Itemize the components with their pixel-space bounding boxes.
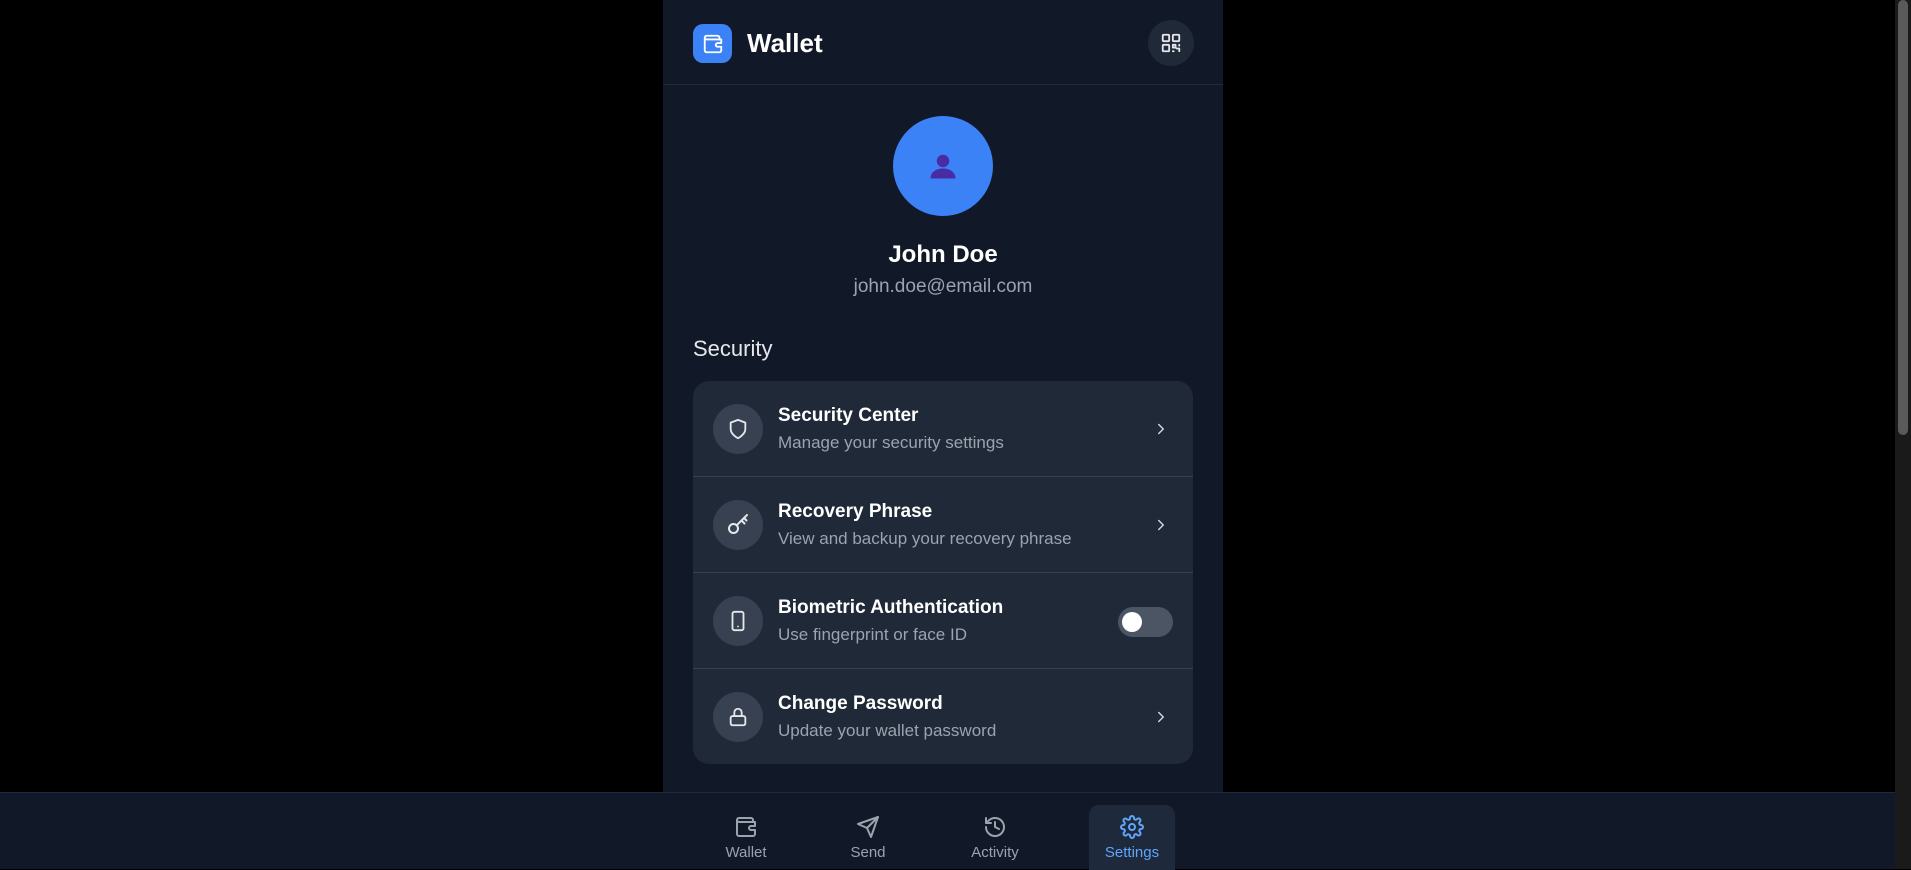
section-title-security: Security — [693, 336, 773, 361]
item-title: Recovery Phrase — [778, 501, 933, 522]
nav-item-wallet[interactable]: Wallet — [703, 805, 789, 870]
shield-icon — [713, 404, 763, 454]
key-icon — [713, 500, 763, 550]
chevron-right-icon — [1149, 705, 1173, 729]
item-title: Biometric Authentication — [778, 597, 1004, 618]
lock-icon — [713, 692, 763, 742]
item-subtitle: Use fingerprint or face ID — [778, 625, 967, 644]
nav-item-settings[interactable]: Settings — [1089, 805, 1175, 870]
profile-name: John Doe — [888, 241, 998, 268]
toggle-knob — [1122, 612, 1142, 632]
scrollbar-thumb[interactable] — [1898, 0, 1908, 435]
change-password-item[interactable]: Change Password Update your wallet passw… — [693, 669, 1193, 764]
nav-item-activity[interactable]: Activity — [952, 805, 1038, 870]
page-scrollbar[interactable] — [1895, 0, 1911, 869]
security-card: Security Center Manage your security set… — [693, 381, 1193, 764]
send-icon — [856, 815, 880, 839]
bottom-nav: Wallet Send Activity Settings — [0, 792, 1895, 870]
nav-label: Wallet — [725, 844, 767, 861]
qr-code-icon — [1161, 33, 1181, 53]
history-icon — [983, 815, 1007, 839]
phone-icon — [713, 596, 763, 646]
wallet-icon — [734, 815, 758, 839]
item-title: Security Center — [778, 405, 919, 426]
nav-item-send[interactable]: Send — [825, 805, 911, 870]
chevron-right-icon — [1149, 513, 1173, 537]
app-title: Wallet — [747, 28, 823, 58]
wallet-app: Wallet John Doe john.doe@email.com Secur… — [663, 0, 1223, 869]
avatar[interactable] — [893, 116, 993, 216]
nav-label: Settings — [1104, 844, 1160, 861]
nav-label: Activity — [971, 844, 1019, 861]
user-icon — [930, 154, 956, 179]
gear-icon — [1120, 815, 1144, 839]
profile-email: john.doe@email.com — [853, 276, 1033, 297]
biometric-authentication-item: Biometric Authentication Use fingerprint… — [693, 573, 1193, 669]
security-center-item[interactable]: Security Center Manage your security set… — [693, 381, 1193, 477]
wallet-icon — [693, 24, 732, 63]
item-subtitle: Manage your security settings — [778, 433, 1004, 452]
app-header: Wallet — [663, 0, 1223, 85]
nav-label: Send — [850, 844, 886, 861]
chevron-right-icon — [1149, 417, 1173, 441]
qr-code-button[interactable] — [1148, 20, 1194, 66]
biometric-toggle[interactable] — [1118, 607, 1173, 637]
item-subtitle: Update your wallet password — [778, 721, 997, 740]
item-subtitle: View and backup your recovery phrase — [778, 529, 1072, 548]
item-title: Change Password — [778, 693, 943, 714]
recovery-phrase-item[interactable]: Recovery Phrase View and backup your rec… — [693, 477, 1193, 573]
